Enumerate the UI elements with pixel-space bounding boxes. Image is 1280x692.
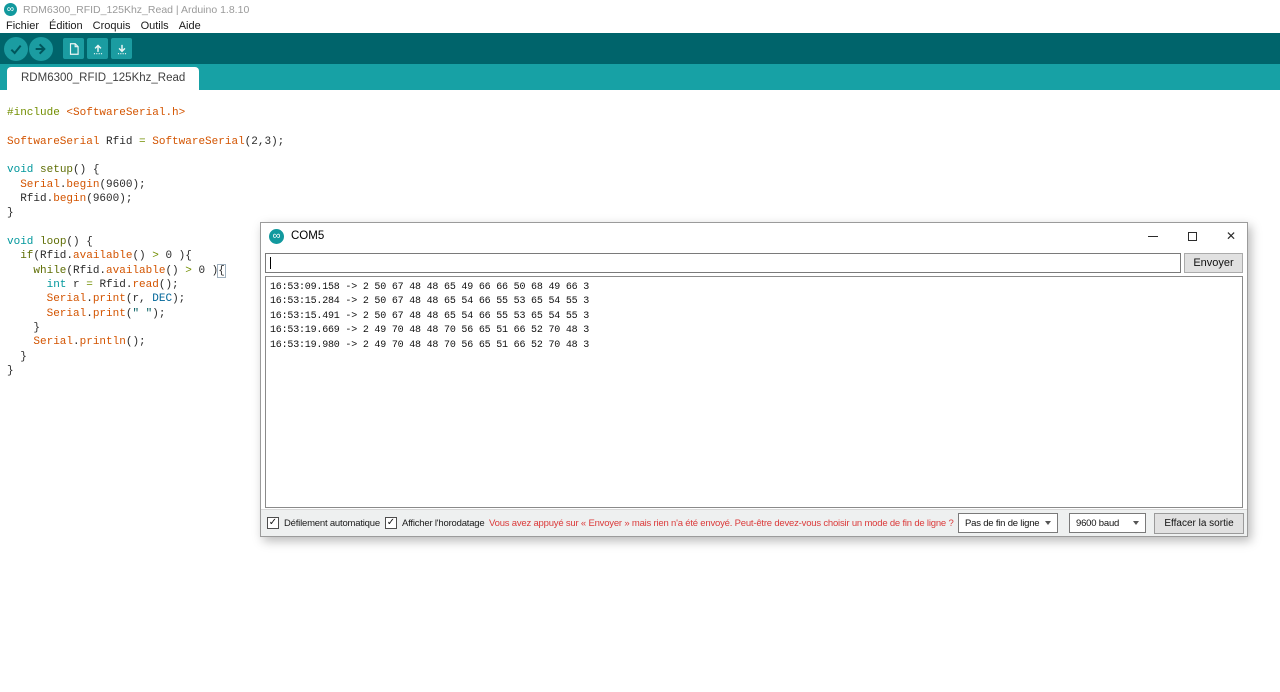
arduino-logo-icon: ∞ <box>4 3 17 16</box>
serial-input-wrap <box>265 253 1181 273</box>
serial-monitor-bottom-bar: ✓ Défilement automatique ✓ Afficher l'ho… <box>261 509 1247 536</box>
code-line: SoftwareSerial Rfid = SoftwareSerial(2,3… <box>7 135 285 148</box>
serial-input[interactable] <box>265 253 1181 273</box>
menu-fichier[interactable]: Fichier <box>1 20 44 32</box>
arrow-right-icon <box>35 43 46 54</box>
close-icon: ✕ <box>1225 229 1237 243</box>
arduino-ide-window: ∞ RDM6300_RFID_125Khz_Read | Arduino 1.8… <box>0 0 1280 692</box>
serial-monitor-title: COM5 <box>291 230 325 242</box>
line-ending-select[interactable]: Pas de fin de ligne <box>958 513 1058 533</box>
check-icon <box>10 44 22 54</box>
line-ending-value: Pas de fin de ligne <box>965 517 1040 529</box>
tabstrip: RDM6300_RFID_125Khz_Read <box>0 64 1280 90</box>
text-caret <box>270 257 271 269</box>
save-sketch-button[interactable] <box>111 38 132 59</box>
serial-output-line: 16:53:15.491 -> 2 50 67 48 48 65 54 66 5… <box>270 310 590 322</box>
serial-input-row: Envoyer <box>265 253 1243 273</box>
serial-output-line: 16:53:19.669 -> 2 49 70 48 48 70 56 65 5… <box>270 325 590 337</box>
menu-aide[interactable]: Aide <box>174 20 206 32</box>
open-sketch-button[interactable] <box>87 38 108 59</box>
tab-sketch[interactable]: RDM6300_RFID_125Khz_Read <box>7 67 200 90</box>
code-line: Serial.begin(9600); <box>20 178 146 191</box>
close-button[interactable]: ✕ <box>1225 230 1237 242</box>
baud-select[interactable]: 9600 baud <box>1069 513 1146 533</box>
baud-value: 9600 baud <box>1076 517 1120 529</box>
new-sketch-button[interactable] <box>63 38 84 59</box>
titlebar: ∞ RDM6300_RFID_125Khz_Read | Arduino 1.8… <box>0 0 1280 19</box>
serial-output-line: 16:53:15.284 -> 2 50 67 48 48 65 54 66 5… <box>270 296 590 308</box>
minimize-icon <box>1148 235 1158 237</box>
menu-outils[interactable]: Outils <box>136 20 174 32</box>
serial-monitor-titlebar[interactable]: ∞ COM5 ✕ <box>261 223 1247 249</box>
clear-output-button[interactable]: Effacer la sortie <box>1154 513 1244 534</box>
window-title: RDM6300_RFID_125Khz_Read | Arduino 1.8.1… <box>23 3 250 16</box>
window-controls: ✕ <box>1147 223 1237 249</box>
maximize-icon <box>1187 231 1197 241</box>
arrow-down-tray-icon <box>117 44 126 54</box>
menubar: Fichier Édition Croquis Outils Aide <box>0 19 1280 33</box>
upload-button[interactable] <box>29 36 53 61</box>
code-line: void setup() { <box>7 164 100 177</box>
serial-monitor-window: ∞ COM5 ✕ Envoyer 16:53:09.158 -> 2 50 67… <box>260 222 1248 537</box>
code-line: Rfid.begin(9600); <box>7 192 133 205</box>
timestamp-checkbox[interactable]: ✓ <box>385 517 397 529</box>
serial-output[interactable]: 16:53:09.158 -> 2 50 67 48 48 65 49 66 6… <box>265 276 1243 508</box>
chevron-down-icon <box>1133 521 1139 525</box>
code-line: #include <SoftwareSerial.h> <box>7 107 186 119</box>
serial-output-line: 16:53:19.980 -> 2 49 70 48 48 70 56 65 5… <box>270 339 590 351</box>
timestamp-label: Afficher l'horodatage <box>402 518 485 529</box>
toolbar <box>0 33 1280 64</box>
serial-output-line: 16:53:09.158 -> 2 50 67 48 48 65 49 66 6… <box>270 282 590 293</box>
verify-button[interactable] <box>4 36 28 61</box>
menu-croquis[interactable]: Croquis <box>88 20 136 32</box>
menu-edition[interactable]: Édition <box>44 20 88 32</box>
code-line: } <box>7 207 14 220</box>
arrow-up-tray-icon <box>93 43 102 54</box>
send-warning-text: Vous avez appuyé sur « Envoyer » mais ri… <box>489 518 954 529</box>
chevron-down-icon <box>1045 521 1051 525</box>
minimize-button[interactable] <box>1147 230 1159 242</box>
maximize-button[interactable] <box>1186 230 1198 242</box>
autoscroll-checkbox[interactable]: ✓ <box>267 517 279 529</box>
new-document-icon <box>69 42 79 55</box>
autoscroll-label: Défilement automatique <box>284 518 380 529</box>
send-button[interactable]: Envoyer <box>1184 253 1243 273</box>
arduino-logo-icon: ∞ <box>269 228 284 244</box>
